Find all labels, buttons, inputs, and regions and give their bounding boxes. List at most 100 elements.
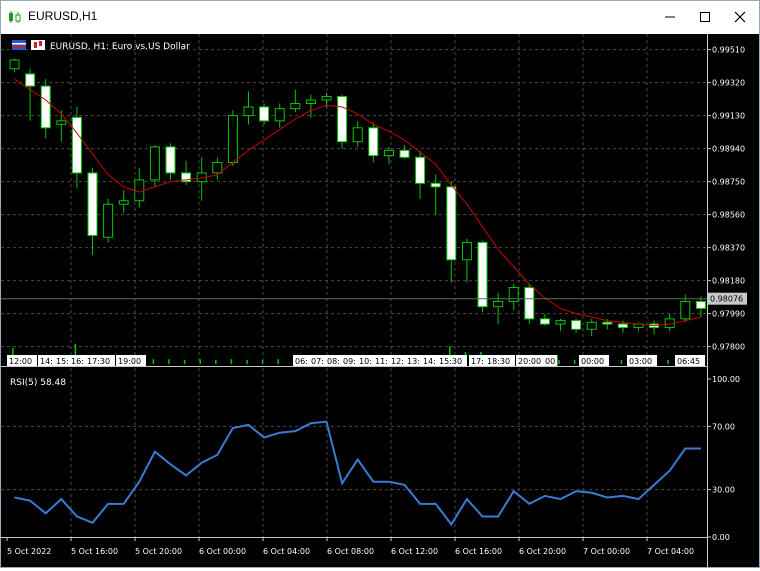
flag-icon — [12, 40, 26, 50]
candle-body — [212, 162, 223, 174]
time-tag: 14: — [40, 357, 53, 366]
time-tag: 16: — [71, 357, 84, 366]
time-label: 6 Oct 16:00 — [455, 547, 502, 556]
candle-body — [415, 156, 426, 184]
candle-body — [461, 241, 472, 261]
candle-body — [493, 300, 504, 308]
time-label: 7 Oct 04:00 — [647, 547, 694, 556]
candle-body — [695, 300, 706, 309]
time-tags: 12:00 14: 15: 16: 17:30 19:00 06: 07: 08: 09: 10: 1… — [7, 355, 705, 366]
title-bar[interactable]: EURUSD,H1 — [1, 1, 759, 33]
price-label: 0.99130 — [712, 112, 745, 121]
price-label: 0.98370 — [712, 244, 745, 253]
candle-body — [71, 116, 82, 174]
time-tag: 12:00 — [9, 357, 32, 366]
candle-body — [602, 321, 613, 325]
time-tag: 15: — [56, 357, 69, 366]
time-tag: 06: — [295, 357, 308, 366]
price-label: 0.99510 — [712, 46, 745, 55]
candle-body — [680, 300, 691, 320]
candle-body — [383, 149, 394, 157]
candle-body — [321, 96, 332, 101]
close-icon — [734, 11, 746, 23]
chart-background — [1, 34, 759, 567]
time-tag: 00:00 — [581, 357, 604, 366]
candle-body — [227, 115, 238, 164]
candle-body — [586, 321, 597, 330]
candle-body — [337, 96, 348, 143]
candle-body — [165, 146, 176, 174]
time-tag: 07: — [311, 357, 324, 366]
time-tag: 11: — [375, 357, 388, 366]
time-label: 7 Oct 00:00 — [583, 547, 630, 556]
candle-body — [56, 120, 67, 125]
price-label: 0.97800 — [712, 343, 745, 352]
time-tag: 19:00 — [118, 357, 141, 366]
candle-body — [25, 73, 36, 87]
candle-body — [617, 323, 628, 329]
time-tag: 06:45 — [677, 357, 700, 366]
candle-body — [508, 287, 519, 302]
candle-body — [9, 59, 20, 70]
time-tag: 20:00 — [518, 357, 541, 366]
time-tag: 14: — [423, 357, 436, 366]
candle-body — [446, 186, 457, 261]
window-title: EURUSD,H1 — [28, 9, 98, 23]
minimize-icon — [665, 16, 675, 18]
rsi-level-label: 30.00 — [712, 486, 735, 495]
maximize-button[interactable] — [690, 5, 720, 29]
candle-body — [290, 102, 301, 110]
panel-separator — [1, 366, 707, 367]
rsi-header-text: RSI(5) 58.48 — [10, 378, 66, 388]
time-tag: 18:30 — [487, 357, 510, 366]
time-label: 6 Oct 12:00 — [391, 547, 438, 556]
candle-body — [103, 203, 114, 238]
candle-body — [259, 106, 270, 122]
chart-canvas[interactable]: 0.99510 0.99320 0.99130 0.98940 0.98750 0.985… — [1, 34, 759, 567]
price-label: 0.97990 — [712, 310, 745, 319]
candle-body — [571, 320, 582, 330]
candle-body — [274, 108, 285, 122]
candle-body — [524, 287, 535, 320]
price-label: 0.98180 — [712, 277, 745, 286]
chart-window: EURUSD,H1 0.99510 0.99320 0.99130 0.98940 0.… — [0, 0, 760, 568]
time-tag: 00 — [545, 357, 555, 366]
time-tag: 08: — [327, 357, 340, 366]
time-tag: 10: — [359, 357, 372, 366]
time-label: 6 Oct 08:00 — [327, 547, 374, 556]
candle-body — [399, 149, 410, 158]
candle-body — [555, 320, 566, 325]
candlestick-chart-icon — [9, 11, 21, 23]
time-label: 5 Oct 16:00 — [71, 547, 118, 556]
rsi-level-label: 0.00 — [712, 533, 730, 542]
candle-body — [40, 85, 51, 129]
rsi-level-label: 70.00 — [712, 422, 735, 431]
rsi-level-label: 100.00 — [712, 375, 740, 384]
minimize-button[interactable] — [655, 5, 685, 29]
maximize-icon — [700, 12, 710, 22]
chart-type-icon — [31, 40, 45, 50]
candle-body — [134, 179, 145, 202]
candle-body — [305, 99, 316, 104]
chart-area[interactable]: 0.99510 0.99320 0.99130 0.98940 0.98750 0.985… — [1, 34, 759, 567]
candle-body — [368, 127, 379, 157]
candle-body — [118, 200, 129, 205]
time-tag: 12: — [391, 357, 404, 366]
time-label: 6 Oct 04:00 — [263, 547, 310, 556]
time-tag: 09: — [343, 357, 356, 366]
candle-body — [539, 318, 550, 325]
price-label: 0.98940 — [712, 145, 745, 154]
price-label: 0.98750 — [712, 178, 745, 187]
time-tag: 15:30 — [439, 357, 462, 366]
candle-body — [430, 182, 441, 188]
price-axis-border — [707, 34, 708, 567]
time-label: 5 Oct 2022 — [7, 547, 51, 556]
time-axis-border — [1, 537, 707, 538]
candle-body — [243, 106, 254, 117]
candle-body — [87, 172, 98, 236]
close-button[interactable] — [725, 5, 755, 29]
candle-body — [352, 127, 363, 143]
time-tag: 17: — [471, 357, 484, 366]
time-tag: 17:30 — [87, 357, 110, 366]
time-label: 5 Oct 20:00 — [135, 547, 182, 556]
